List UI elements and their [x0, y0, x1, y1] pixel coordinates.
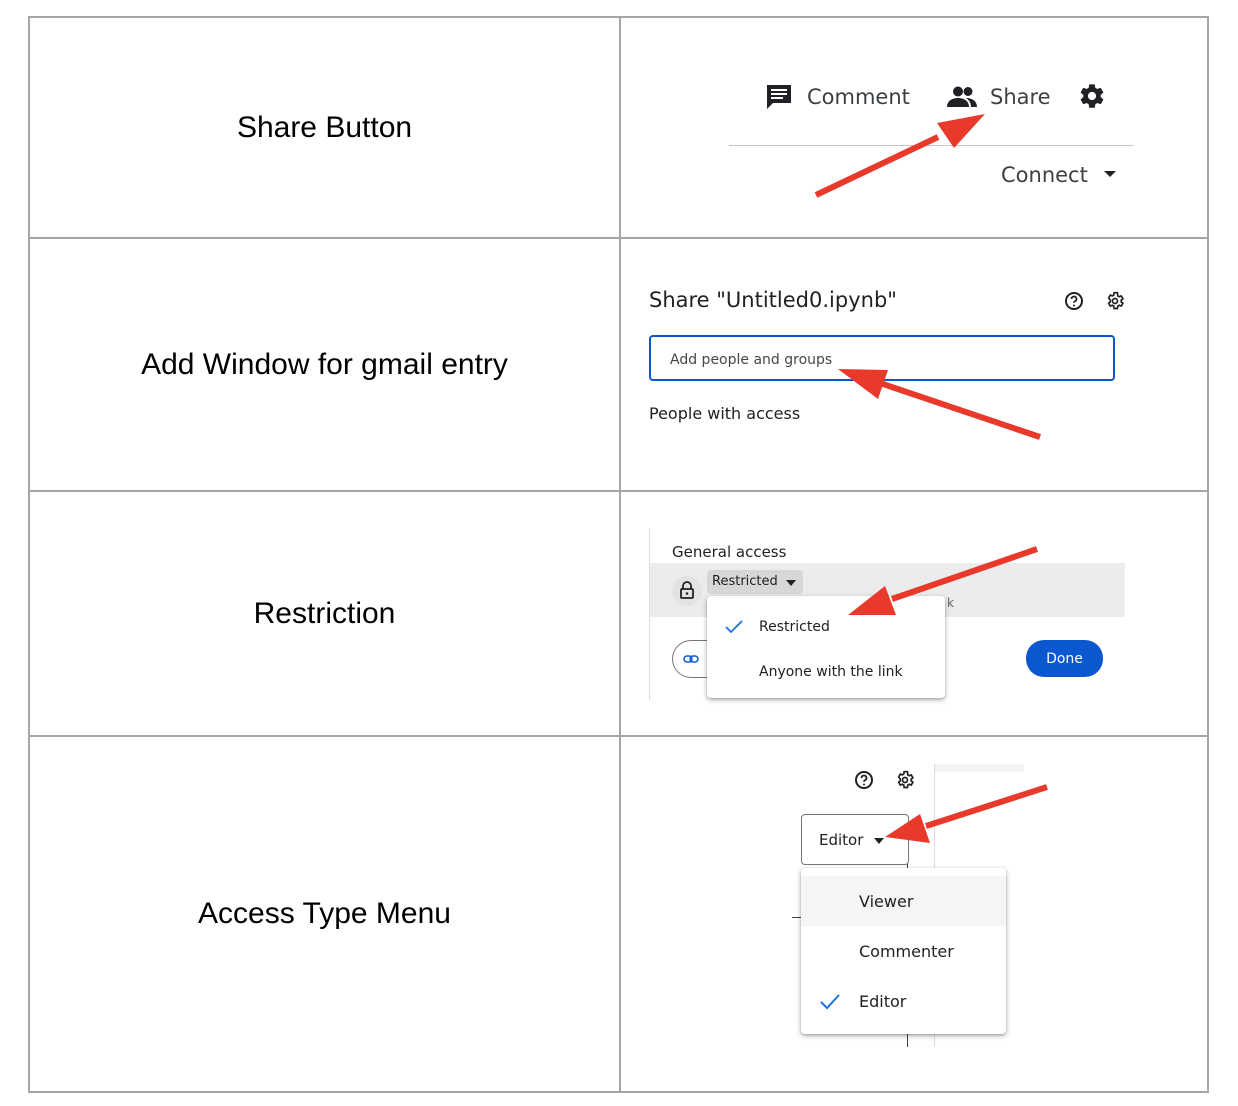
arrow-1 [814, 114, 985, 198]
arrow-4 [885, 784, 1048, 843]
arrow-3 [848, 546, 1038, 615]
annotation-arrows [814, 114, 1048, 843]
arrow-2 [838, 369, 1041, 440]
